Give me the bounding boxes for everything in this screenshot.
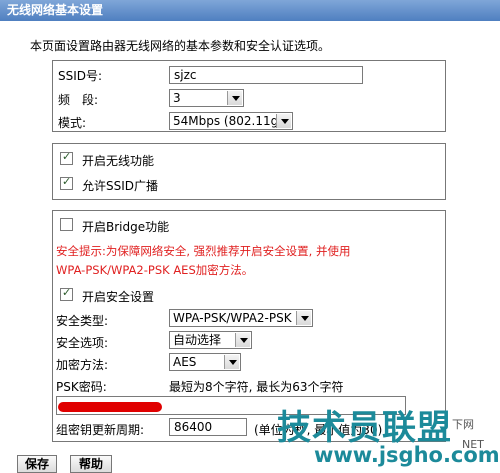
mode-select-value: 54Mbps (802.11g): [173, 114, 283, 128]
bridge-checkbox[interactable]: [60, 218, 73, 231]
security-type-label: 安全类型:: [56, 314, 109, 328]
security-warning-line2: WPA-PSK/WPA2-PSK AES加密方法。: [56, 263, 254, 277]
chevron-down-icon: [276, 114, 291, 128]
encryption-label: 加密方法:: [56, 358, 109, 372]
chevron-down-icon: [224, 355, 239, 369]
rekey-label: 组密钥更新周期:: [56, 423, 145, 437]
watermark-net-text: NET: [462, 438, 484, 451]
page-title: 无线网络基本设置: [0, 0, 500, 21]
psk-hint: 最短为8个字符, 最长为63个字符: [169, 380, 344, 394]
bridge-label: 开启Bridge功能: [82, 220, 170, 234]
security-type-value: WPA-PSK/WPA2-PSK: [173, 311, 292, 325]
security-option-select[interactable]: 自动选择: [169, 331, 252, 349]
security-option-value: 自动选择: [173, 333, 222, 347]
redaction-mark: [58, 402, 162, 412]
ssid-label: SSID号:: [58, 69, 103, 83]
watermark-brand: 技术员联盟: [277, 408, 452, 448]
mode-label: 模式:: [58, 116, 87, 130]
ssid-broadcast-checkbox[interactable]: [60, 175, 73, 190]
chevron-down-icon: [227, 91, 242, 105]
intro-text: 本页面设置路由器无线网络的基本参数和安全认证选项。: [30, 39, 331, 53]
channel-select[interactable]: 3: [169, 89, 244, 107]
enable-wireless-label: 开启无线功能: [82, 154, 155, 168]
channel-label: 频 段:: [58, 93, 99, 107]
encryption-value: AES: [173, 355, 197, 369]
watermark-logo: 技术员联盟 www.jsgho.com 下网 NET: [272, 400, 500, 471]
mode-select[interactable]: 54Mbps (802.11g): [169, 112, 293, 130]
enable-security-label: 开启安全设置: [82, 290, 155, 304]
ssid-broadcast-label: 允许SSID广播: [82, 179, 159, 193]
help-button[interactable]: 帮助: [70, 455, 112, 473]
chevron-down-icon: [296, 311, 311, 325]
channel-select-value: 3: [173, 91, 181, 105]
security-warning-line1: 安全提示:为保障网络安全, 强烈推荐开启安全设置, 并使用: [56, 244, 351, 258]
security-type-select[interactable]: WPA-PSK/WPA2-PSK: [169, 309, 313, 327]
watermark-side-text: 下网: [452, 418, 474, 431]
save-button[interactable]: 保存: [17, 455, 57, 473]
encryption-select[interactable]: AES: [169, 353, 241, 371]
ssid-input[interactable]: sjzc: [169, 66, 363, 84]
security-option-label: 安全选项:: [56, 336, 109, 350]
psk-label: PSK密码:: [56, 380, 107, 394]
enable-wireless-checkbox[interactable]: [60, 150, 73, 165]
enable-security-checkbox[interactable]: [60, 286, 73, 301]
chevron-down-icon: [235, 333, 250, 347]
rekey-input[interactable]: 86400: [169, 418, 247, 436]
